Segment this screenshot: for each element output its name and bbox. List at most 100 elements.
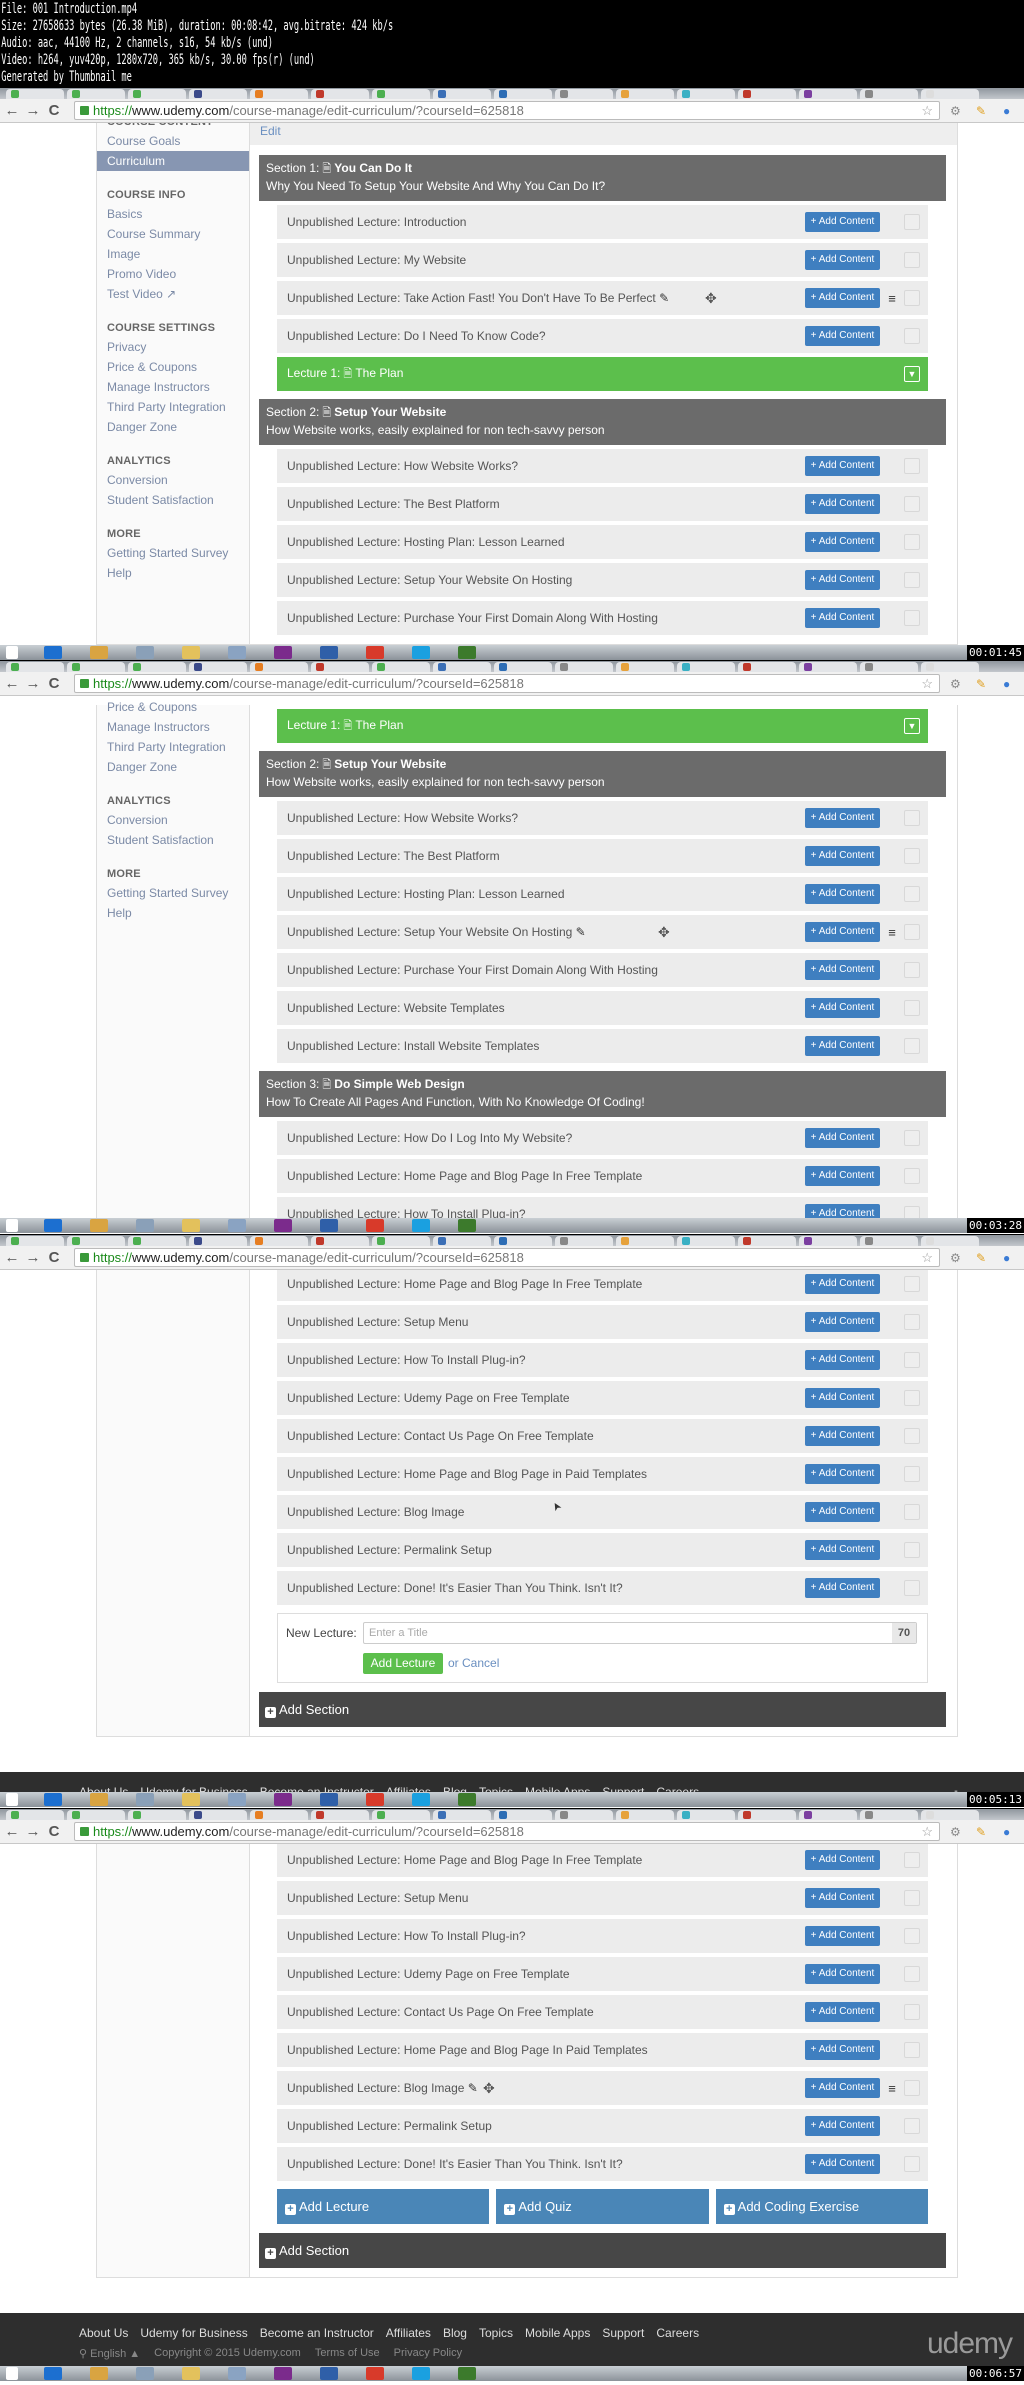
collapse-toggle-icon[interactable] bbox=[904, 1130, 920, 1146]
lecture-row[interactable]: Unpublished Lecture: Setup Menu + Add Con… bbox=[277, 1305, 928, 1339]
footer-link[interactable]: Mobile Apps bbox=[525, 2326, 590, 2340]
start-button-icon[interactable] bbox=[6, 2367, 18, 2380]
taskbar-app-icon[interactable] bbox=[320, 646, 338, 659]
lecture-row[interactable]: Unpublished Lecture: How To Install Plug… bbox=[277, 1197, 928, 1218]
taskbar-app-icon[interactable] bbox=[90, 1219, 108, 1232]
lecture-row[interactable]: Unpublished Lecture: Purchase Your First… bbox=[277, 601, 928, 635]
add-content-button[interactable]: + Add Content bbox=[805, 1502, 880, 1522]
add-content-button[interactable]: + Add Content bbox=[805, 456, 880, 476]
add-content-button[interactable]: + Add Content bbox=[805, 808, 880, 828]
lecture-row[interactable]: Unpublished Lecture: The Best Platform + … bbox=[277, 839, 928, 873]
taskbar-app-icon[interactable] bbox=[366, 2367, 384, 2380]
lecture-row[interactable]: Unpublished Lecture: Contact Us Page On … bbox=[277, 1419, 928, 1453]
collapse-toggle-icon[interactable] bbox=[904, 1580, 920, 1596]
sidebar-item[interactable]: Student Satisfaction bbox=[97, 830, 249, 850]
add-content-button[interactable]: + Add Content bbox=[805, 212, 880, 232]
cancel-link[interactable]: Cancel bbox=[462, 1656, 499, 1670]
footer-link[interactable]: About Us bbox=[79, 1785, 128, 1792]
add-content-button[interactable]: + Add Content bbox=[805, 1388, 880, 1408]
sidebar-item[interactable]: Third Party Integration bbox=[97, 737, 249, 757]
extension-icon[interactable]: ● bbox=[1003, 1825, 1010, 1839]
taskbar-app-icon[interactable] bbox=[136, 1793, 154, 1806]
collapse-toggle-icon[interactable] bbox=[904, 2042, 920, 2058]
lecture-row[interactable]: Unpublished Lecture: Home Page and Blog … bbox=[277, 1270, 928, 1301]
reload-icon[interactable]: C bbox=[45, 1823, 63, 1840]
add-content-button[interactable]: + Add Content bbox=[805, 532, 880, 552]
back-arrow-icon[interactable]: ← bbox=[3, 675, 21, 692]
browser-tab[interactable] bbox=[128, 1236, 186, 1246]
start-button-icon[interactable] bbox=[6, 646, 18, 659]
address-bar[interactable]: https://www.udemy.com/course-manage/edit… bbox=[74, 101, 940, 120]
bookmark-star-icon[interactable]: ☆ bbox=[921, 1824, 933, 1840]
add-content-button[interactable]: + Add Content bbox=[805, 1888, 880, 1908]
browser-tab[interactable] bbox=[799, 1810, 857, 1820]
add-content-button[interactable]: + Add Content bbox=[805, 2078, 880, 2098]
taskbar-app-icon[interactable] bbox=[366, 1219, 384, 1232]
browser-tab[interactable] bbox=[67, 1810, 125, 1820]
browser-tab[interactable] bbox=[250, 1236, 308, 1246]
add-content-button[interactable]: + Add Content bbox=[805, 1274, 880, 1294]
collapse-toggle-icon[interactable] bbox=[904, 572, 920, 588]
browser-tab[interactable] bbox=[494, 662, 552, 672]
add-section-button[interactable]: + Add Section bbox=[259, 1692, 946, 1727]
extension-icon[interactable]: ● bbox=[1003, 1251, 1010, 1265]
browser-tab[interactable] bbox=[860, 1810, 918, 1820]
sidebar-item[interactable]: Promo Video bbox=[97, 264, 249, 284]
collapse-toggle-icon[interactable] bbox=[904, 1542, 920, 1558]
lecture-row[interactable]: Unpublished Lecture: Take Action Fast! Y… bbox=[277, 281, 928, 315]
taskbar-app-icon[interactable] bbox=[274, 1219, 292, 1232]
sidebar-item[interactable]: Help bbox=[97, 563, 249, 583]
browser-tab[interactable] bbox=[494, 1236, 552, 1246]
bookmark-star-icon[interactable]: ☆ bbox=[921, 676, 933, 692]
collapse-toggle-icon[interactable] bbox=[904, 290, 920, 306]
bookmark-star-icon[interactable]: ☆ bbox=[921, 103, 933, 119]
bookmark-star-icon[interactable]: ☆ bbox=[921, 1250, 933, 1266]
browser-tab[interactable] bbox=[189, 662, 247, 672]
lecture-row[interactable]: Unpublished Lecture: Introduction + Add C… bbox=[277, 205, 928, 239]
footer-link[interactable]: About Us bbox=[79, 2326, 128, 2340]
sidebar-item[interactable]: Course Summary bbox=[97, 224, 249, 244]
taskbar-app-icon[interactable] bbox=[182, 2367, 200, 2380]
browser-tab[interactable] bbox=[738, 1810, 796, 1820]
collapse-toggle-icon[interactable] bbox=[904, 496, 920, 512]
add-content-button[interactable]: + Add Content bbox=[805, 1204, 880, 1218]
footer-link[interactable]: Support bbox=[602, 2326, 644, 2340]
lecture-row[interactable]: Unpublished Lecture: How Website Works? +… bbox=[277, 449, 928, 483]
add-content-button[interactable]: + Add Content bbox=[805, 1426, 880, 1446]
collapse-toggle-icon[interactable] bbox=[904, 810, 920, 826]
forward-arrow-icon[interactable]: → bbox=[24, 102, 42, 119]
collapse-toggle-icon[interactable] bbox=[904, 458, 920, 474]
browser-tab[interactable] bbox=[616, 662, 674, 672]
browser-tab[interactable] bbox=[494, 89, 552, 99]
collapse-toggle-icon[interactable] bbox=[904, 1390, 920, 1406]
collapse-toggle-icon[interactable] bbox=[904, 328, 920, 344]
section-header[interactable]: Section 2: 🗎 Setup Your Website How Websit… bbox=[259, 399, 946, 445]
footer-link[interactable]: Topics bbox=[479, 2326, 513, 2340]
lecture-row[interactable]: Unpublished Lecture: Purchase Your First… bbox=[277, 953, 928, 987]
lecture-row[interactable]: Unpublished Lecture: My Website + Add Con… bbox=[277, 243, 928, 277]
collapse-toggle-icon[interactable] bbox=[904, 962, 920, 978]
edit-link[interactable]: Edit bbox=[260, 124, 281, 138]
add-content-button[interactable]: + Add Content bbox=[805, 2002, 880, 2022]
browser-tab[interactable] bbox=[67, 662, 125, 672]
taskbar-app-icon[interactable] bbox=[44, 1793, 62, 1806]
collapse-toggle-icon[interactable] bbox=[904, 1852, 920, 1868]
sidebar-item[interactable]: Student Satisfaction bbox=[97, 490, 249, 510]
lecture-title-input[interactable]: Enter a Title 70 bbox=[363, 1622, 917, 1644]
footer-link[interactable]: Become an Instructor bbox=[260, 1785, 374, 1792]
browser-tab[interactable] bbox=[67, 1236, 125, 1246]
sidebar-item[interactable]: Privacy bbox=[97, 337, 249, 357]
taskbar-app-icon[interactable] bbox=[458, 1793, 476, 1806]
taskbar-app-icon[interactable] bbox=[182, 1219, 200, 1232]
browser-tab[interactable] bbox=[311, 1810, 369, 1820]
lecture-row[interactable]: Unpublished Lecture: Do I Need To Know C… bbox=[277, 319, 928, 353]
lecture-row[interactable]: Unpublished Lecture: Done! It's Easier T… bbox=[277, 1571, 928, 1605]
lecture-row[interactable]: Unpublished Lecture: Home Page and Blog … bbox=[277, 1457, 928, 1491]
add-content-button[interactable]: + Add Content bbox=[805, 1964, 880, 1984]
add-section-button[interactable]: + Add Section bbox=[259, 2233, 946, 2268]
reload-icon[interactable]: C bbox=[45, 102, 63, 119]
pencil-extension-icon[interactable]: ✎ bbox=[976, 677, 986, 691]
sidebar-item[interactable]: Image bbox=[97, 244, 249, 264]
gear-icon[interactable]: ⚙ bbox=[950, 1251, 961, 1265]
collapse-toggle-icon[interactable] bbox=[904, 2156, 920, 2172]
